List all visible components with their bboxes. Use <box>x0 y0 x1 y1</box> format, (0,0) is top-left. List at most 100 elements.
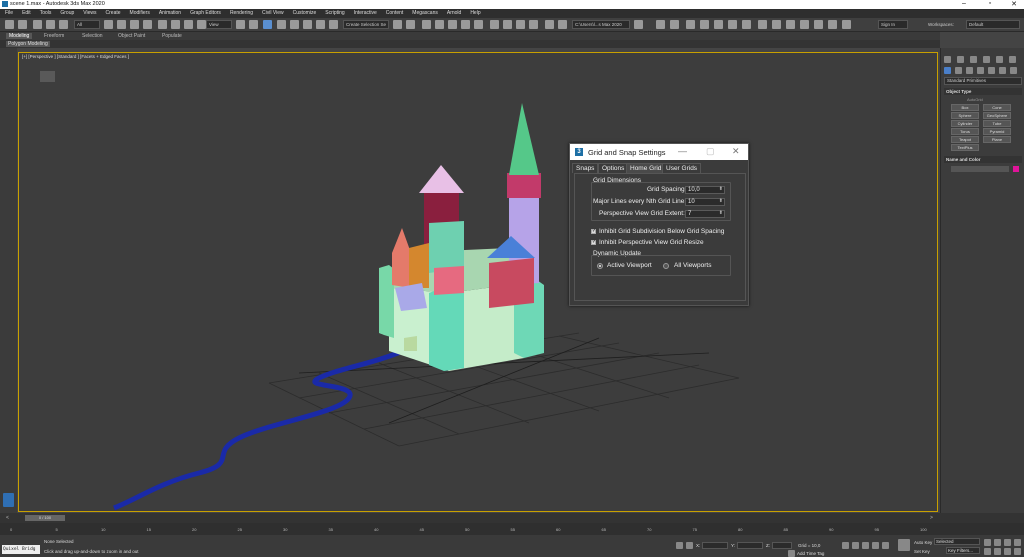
modify-tab-icon[interactable] <box>957 56 964 63</box>
rendered-frame-window-icon[interactable] <box>516 20 525 29</box>
all-viewports-radio[interactable] <box>663 263 669 269</box>
mirror-icon[interactable] <box>393 20 402 29</box>
a360-gallery-icon[interactable] <box>558 20 567 29</box>
primitive-button-pyramid[interactable]: Pyramid <box>983 128 1011 135</box>
object-color-swatch[interactable] <box>1013 166 1019 172</box>
close-button[interactable]: ✕ <box>1004 0 1024 8</box>
menu-item-views[interactable]: Views <box>83 9 96 18</box>
all-viewports-label[interactable]: All Viewports <box>674 262 711 269</box>
display-tab-icon[interactable] <box>996 56 1003 63</box>
arnold-settings-icon[interactable] <box>786 20 795 29</box>
set-key-icon[interactable] <box>898 539 910 551</box>
align-icon[interactable] <box>406 20 415 29</box>
zoom-icon[interactable] <box>984 539 991 546</box>
maxscript-listener[interactable]: Quixel Bridg <box>2 545 40 554</box>
lightbulb-icon[interactable] <box>656 20 665 29</box>
polygon-modeling-tab[interactable]: Polygon Modeling <box>6 41 50 47</box>
keyboard-shortcut-override-icon[interactable] <box>263 20 272 29</box>
utilities-tab-icon[interactable] <box>1009 56 1016 63</box>
lights-icon[interactable] <box>966 67 973 74</box>
set-project-folder-icon[interactable] <box>634 20 643 29</box>
geometry-icon[interactable] <box>944 67 951 74</box>
scene-converter-icon[interactable] <box>758 20 767 29</box>
reference-coordinate-dropdown[interactable]: View <box>206 20 232 29</box>
active-viewport-radio[interactable] <box>597 263 603 269</box>
rectangle-selection-icon[interactable] <box>130 20 139 29</box>
render-teapot-icon[interactable] <box>670 20 679 29</box>
isolate-selection-icon[interactable] <box>676 542 683 549</box>
snaps-toggle-icon[interactable] <box>277 20 286 29</box>
category-dropdown[interactable]: Standard Primitives <box>944 77 1022 85</box>
menu-item-content[interactable]: Content <box>386 9 404 18</box>
time-slider-bar[interactable]: < 0 / 100 > <box>0 513 1024 523</box>
select-move-icon[interactable] <box>158 20 167 29</box>
shapes-icon[interactable] <box>955 67 962 74</box>
bind-space-warp-icon[interactable] <box>59 20 68 29</box>
inhibit-resize-label[interactable]: Inhibit Perspective View Grid Resize <box>599 239 704 246</box>
selection-lock-icon[interactable] <box>686 542 693 549</box>
ribbon-tab-freeform[interactable]: Freeform <box>44 33 64 39</box>
z-coord-field[interactable] <box>772 542 792 549</box>
inhibit-subdivision-checkbox[interactable]: ✓ <box>591 229 596 234</box>
menu-item-civil-view[interactable]: Civil View <box>262 9 284 18</box>
primitive-button-cone[interactable]: Cone <box>983 104 1011 111</box>
schematic-view-icon[interactable] <box>474 20 483 29</box>
time-slider[interactable]: 0 / 100 <box>25 515 65 521</box>
select-rotate-icon[interactable] <box>171 20 180 29</box>
motion-tab-icon[interactable] <box>983 56 990 63</box>
named-selection-dropdown[interactable]: Create Selection Se <box>343 20 389 29</box>
y-coord-field[interactable] <box>737 542 763 549</box>
zoom-extents-all-icon[interactable] <box>1014 539 1021 546</box>
major-lines-input[interactable]: 10 ⬍ <box>685 198 725 206</box>
space-warps-icon[interactable] <box>999 67 1006 74</box>
active-viewport-label[interactable]: Active Viewport <box>607 262 652 269</box>
tab-snaps[interactable]: Snaps <box>572 163 599 173</box>
add-time-tag[interactable]: Add Time Tag <box>797 551 824 556</box>
perspective-viewport[interactable]: [+] [Perspective ] [Standard ] [Facets +… <box>18 52 938 512</box>
primitive-button-box[interactable]: Box <box>951 104 979 111</box>
time-next-icon[interactable]: > <box>930 515 933 521</box>
menu-item-tools[interactable]: Tools <box>40 9 52 18</box>
time-prev-icon[interactable]: < <box>6 515 9 521</box>
menu-item-scripting[interactable]: Scripting <box>325 9 344 18</box>
extra-tool-2-icon[interactable] <box>842 20 851 29</box>
perspective-extent-input[interactable]: 7 ⬍ <box>685 210 725 218</box>
sign-in-dropdown[interactable]: Sign In <box>878 20 908 29</box>
set-key-button[interactable]: Set Key <box>914 549 930 554</box>
workspaces-dropdown[interactable]: Default <box>966 20 1020 29</box>
angle-snap-icon[interactable] <box>290 20 299 29</box>
go-to-start-icon[interactable] <box>842 542 849 549</box>
menu-item-rendering[interactable]: Rendering <box>230 9 253 18</box>
ribbon-tab-selection[interactable]: Selection <box>82 33 103 39</box>
zoom-all-icon[interactable] <box>994 539 1001 546</box>
layer-explorer-icon[interactable] <box>435 20 444 29</box>
select-place-icon[interactable] <box>197 20 206 29</box>
previous-frame-icon[interactable] <box>852 542 859 549</box>
toggle-scene-explorer-icon[interactable] <box>422 20 431 29</box>
object-type-header[interactable]: Object Type <box>944 88 1022 95</box>
primitive-button-geosphere[interactable]: GeoSphere <box>983 112 1011 119</box>
render-in-cloud-icon[interactable] <box>545 20 554 29</box>
select-manipulate-icon[interactable] <box>249 20 258 29</box>
go-to-end-icon[interactable] <box>882 542 889 549</box>
major-lines-spinner-icon[interactable]: ⬍ <box>719 198 723 204</box>
object-name-field[interactable] <box>951 166 1009 172</box>
menu-item-edit[interactable]: Edit <box>22 9 31 18</box>
field-of-view-icon[interactable] <box>984 548 991 555</box>
menu-item-group[interactable]: Group <box>60 9 74 18</box>
pan-view-icon[interactable] <box>994 548 1001 555</box>
hierarchy-tab-icon[interactable] <box>970 56 977 63</box>
minimize-button[interactable]: – <box>954 0 974 7</box>
spinner-snap-icon[interactable] <box>316 20 325 29</box>
tab-user-grids[interactable]: User Grids <box>662 163 702 173</box>
auto-key-button[interactable]: Auto Key <box>914 540 932 545</box>
pivot-center-icon[interactable] <box>236 20 245 29</box>
orbit-icon[interactable] <box>1004 548 1011 555</box>
window-crossing-icon[interactable] <box>143 20 152 29</box>
shadow-icon[interactable] <box>714 20 723 29</box>
create-tab-icon[interactable] <box>944 56 951 63</box>
play-icon[interactable] <box>862 542 869 549</box>
dialog-maximize-button[interactable]: ▢ <box>706 146 715 157</box>
menu-item-help[interactable]: Help <box>470 9 480 18</box>
ribbon-tab-object-paint[interactable]: Object Paint <box>118 33 145 39</box>
